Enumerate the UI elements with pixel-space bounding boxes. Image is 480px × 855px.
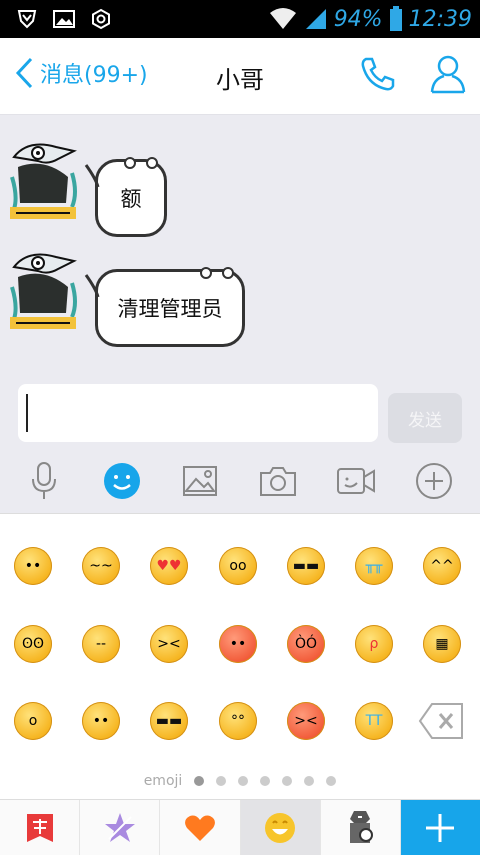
more-button[interactable] [414,461,454,501]
page-dot[interactable] [326,776,337,786]
emoji-button[interactable] [102,461,142,501]
tab-recommended[interactable] [0,800,81,855]
chat-header: 消息(99+) 小哥 [0,38,480,115]
input-toolbar [0,455,480,513]
send-button[interactable]: 发送 [388,393,462,443]
gallery-icon [53,10,75,28]
wifi-icon [269,8,296,29]
page-dot[interactable] [238,776,249,786]
camera-icon [260,467,296,496]
battery-percent: 94% [333,6,383,32]
tab-favorites[interactable] [160,800,241,855]
page-dot[interactable] [304,776,315,786]
status-right: 94% 12:39 [268,4,472,34]
plus-icon [426,813,455,842]
emoji-face-icon [265,812,296,843]
status-bar: 94% 12:39 [0,0,480,38]
plus-circle-icon [416,463,452,499]
magic-star-icon [104,812,135,842]
video-icon [337,468,375,494]
emoji-sleepy[interactable]: -- [82,625,120,663]
recommended-icon [26,813,53,842]
page-indicator: emoji [0,771,480,791]
bubble-deco [84,157,158,188]
page-title: 小哥 [216,66,264,94]
emoji-category-bar [0,799,480,855]
chat-area: 额 清理管理员 发送 [0,115,480,513]
phone-icon[interactable] [358,54,398,94]
shield-icon [17,10,37,29]
emoji-crying[interactable]: ╥╥ [355,547,393,585]
emoji-smile[interactable]: •• [14,547,52,585]
tab-magic[interactable] [80,800,161,855]
message-input[interactable] [18,384,378,442]
add-sticker-button[interactable] [400,800,480,855]
emoji-shocked[interactable]: oo [219,547,257,585]
emoji-cool[interactable]: ▬▬ [287,547,325,585]
signal-icon [305,9,326,29]
emoji-shy[interactable]: ^^ [423,547,461,585]
page-dot[interactable] [260,776,271,786]
emoji-nervous[interactable]: °° [219,702,257,740]
emoji-mouth-taped[interactable]: ʘʘ [14,625,52,663]
page-dot[interactable] [282,776,293,786]
emoji-surprised[interactable]: o [14,702,52,740]
emoji-panel: •• ~~ ♥♥ oo ▬▬ ╥╥ ^^ ʘʘ -- >< •• ÒÓ ρ ▦ … [0,513,480,800]
page-indicator-label: emoji [143,773,183,789]
emoji-tongue[interactable]: ρ [355,625,393,663]
emoji-heart-eyes[interactable]: ♥♥ [150,547,188,585]
bubble-deco [84,267,234,298]
battery-icon [389,6,402,31]
page-dot[interactable] [194,776,205,786]
image-button[interactable] [180,461,220,501]
image-icon [183,466,217,496]
emoji-sob[interactable]: TT [355,702,393,740]
microphone-icon [32,462,56,499]
avatar[interactable] [8,247,78,333]
emoji-grin[interactable]: ▦ [423,625,461,663]
settings-hex-icon [92,8,110,30]
emoji-angry[interactable]: ÒÓ [287,625,325,663]
emoji-sad[interactable]: >< [150,625,188,663]
emoji-embarrassed[interactable]: •• [219,625,257,663]
backspace-icon[interactable] [418,702,464,740]
emoji-sunglasses[interactable]: ▬▬ [150,702,188,740]
emoji-awkward[interactable]: ~~ [82,547,120,585]
emoji-scream[interactable]: >< [287,702,325,740]
heart-icon [184,815,215,841]
emoji-frown[interactable]: •• [82,702,120,740]
tab-sticker-pack[interactable] [321,800,401,855]
clock: 12:39 [408,6,472,32]
camera-button[interactable] [258,461,298,501]
video-button[interactable] [336,461,376,501]
sticker-pack-icon [350,810,374,843]
profile-icon[interactable] [428,52,468,96]
avatar[interactable] [8,137,78,223]
text-cursor [26,394,28,432]
smiley-icon [104,463,140,499]
voice-button[interactable] [24,461,64,501]
tab-emoji[interactable] [240,800,321,855]
page-dot[interactable] [216,776,227,786]
